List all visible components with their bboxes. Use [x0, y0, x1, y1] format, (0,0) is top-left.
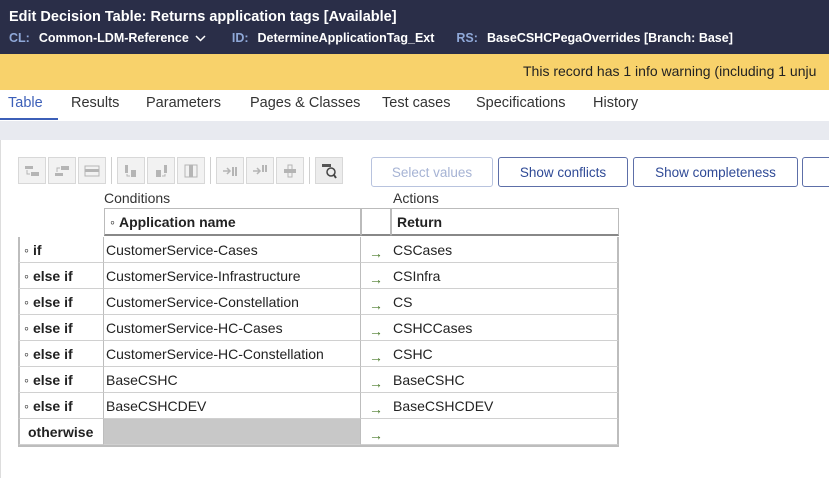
row-marker: ◦: [24, 397, 29, 414]
tab-specifications[interactable]: Specifications: [476, 95, 565, 111]
action-column-header[interactable]: Return: [391, 208, 619, 236]
id-value: DetermineApplicationTag_Ext: [257, 31, 435, 45]
show-conflicts-button[interactable]: Show conflicts: [498, 157, 628, 187]
actions-label: Actions: [393, 190, 439, 206]
condition-cell[interactable]: CustomerService-HC-Constellation: [104, 341, 361, 367]
row-marker: ◦: [24, 319, 29, 336]
insert-column-after-icon[interactable]: [117, 157, 145, 184]
select-values-button[interactable]: Select values: [371, 157, 493, 187]
insert-row-after-icon[interactable]: [18, 157, 46, 184]
condition-cell[interactable]: CustomerService-HC-Cases: [104, 315, 361, 341]
condition-column-header[interactable]: ◦ Application name: [104, 208, 361, 236]
action-cell[interactable]: [391, 419, 619, 445]
condition-cell[interactable]: BaseCSHCDEV: [104, 393, 361, 419]
delete-column-icon[interactable]: [177, 157, 205, 184]
action-cell[interactable]: CSCases: [391, 237, 619, 263]
status-badge: [Available]: [323, 9, 397, 25]
row-label-text: else if: [32, 397, 73, 414]
warning-text[interactable]: This record has 1 info warning (includin…: [523, 63, 816, 79]
content-divider: [0, 121, 829, 140]
row-label-text: else if: [32, 293, 73, 310]
show-completeness-button[interactable]: Show completeness: [633, 157, 798, 187]
condition-cell[interactable]: CustomerService-Cases: [104, 237, 361, 263]
tab-pages-classes[interactable]: Pages & Classes: [250, 95, 360, 111]
row-marker: ◦: [24, 345, 29, 362]
insert-row-before-icon[interactable]: [48, 157, 76, 184]
table-toolbar: [18, 157, 345, 185]
arrow-icon: →: [361, 315, 391, 341]
arrow-icon: →: [361, 393, 391, 419]
cl-label: CL:: [9, 31, 30, 45]
insert-column-before-icon[interactable]: [147, 157, 175, 184]
row-marker: ◦: [24, 371, 29, 388]
row-label-text: else if: [32, 319, 73, 336]
arrow-icon: →: [361, 367, 391, 393]
action-cell[interactable]: CSInfra: [391, 263, 619, 289]
action-header-label: Return: [397, 213, 443, 230]
tab-table[interactable]: Table: [8, 95, 43, 111]
id-label: ID:: [231, 31, 249, 45]
row-label[interactable]: ◦ else if: [18, 263, 104, 289]
row-label[interactable]: ◦ else if: [18, 341, 104, 367]
header-marker: ◦: [110, 213, 115, 230]
active-tab-indicator: [0, 118, 58, 120]
search-properties-icon[interactable]: [315, 157, 343, 184]
insert-action-after-icon[interactable]: [216, 157, 244, 184]
delete-action-icon[interactable]: [276, 157, 304, 184]
row-label-text: else if: [32, 371, 73, 388]
action-cell[interactable]: CSHC: [391, 341, 619, 367]
arrow-icon: →: [361, 419, 391, 445]
row-label[interactable]: ◦ else if: [18, 393, 104, 419]
arrow-icon: →: [361, 237, 391, 263]
arrow-icon: →: [361, 341, 391, 367]
row-label[interactable]: ◦ if: [18, 237, 104, 263]
record-meta: CL: Common-LDM-Reference ID: DetermineAp…: [9, 31, 733, 45]
more-button[interactable]: [802, 157, 829, 187]
row-marker: ◦: [24, 241, 29, 258]
action-cell[interactable]: CSHCCases: [391, 315, 619, 341]
condition-cell: [104, 419, 361, 445]
condition-header-label: Application name: [118, 213, 236, 230]
row-label-text: else if: [32, 267, 73, 284]
action-cell[interactable]: CS: [391, 289, 619, 315]
rs-value-link[interactable]: BaseCSHCPegaOverrides [Branch: Base]: [487, 31, 733, 45]
condition-cell[interactable]: CustomerService-Infrastructure: [104, 263, 361, 289]
tab-history[interactable]: History: [593, 95, 638, 111]
row-label-text: if: [32, 241, 42, 258]
delete-row-icon[interactable]: [78, 157, 106, 184]
conditions-label: Conditions: [104, 190, 171, 206]
title-text: Decision Table: Returns application tags: [40, 9, 320, 25]
row-label[interactable]: ◦ else if: [18, 289, 104, 315]
row-marker: ◦: [24, 293, 29, 310]
chevron-down-icon[interactable]: [195, 31, 206, 45]
arrow-column-header: [361, 208, 391, 236]
tab-test-cases[interactable]: Test cases: [382, 95, 451, 111]
row-label[interactable]: otherwise: [18, 419, 104, 445]
arrow-icon: →: [361, 263, 391, 289]
table-bottom-border: [18, 445, 619, 447]
row-label-text: else if: [32, 345, 73, 362]
title-prefix: Edit: [9, 9, 37, 25]
row-label-text: otherwise: [28, 423, 94, 440]
action-cell[interactable]: BaseCSHCDEV: [391, 393, 619, 419]
insert-action-before-icon[interactable]: [246, 157, 274, 184]
warning-banner: This record has 1 info warning (includin…: [0, 54, 829, 90]
condition-cell[interactable]: BaseCSHC: [104, 367, 361, 393]
condition-cell[interactable]: CustomerService-Constellation: [104, 289, 361, 315]
tab-results[interactable]: Results: [71, 95, 119, 111]
arrow-icon: →: [361, 289, 391, 315]
row-label[interactable]: ◦ else if: [18, 367, 104, 393]
record-header: Edit Decision Table: Returns application…: [0, 0, 829, 54]
record-title: Edit Decision Table: Returns application…: [9, 9, 397, 25]
row-marker: ◦: [24, 267, 29, 284]
tab-parameters[interactable]: Parameters: [146, 95, 221, 111]
action-cell[interactable]: BaseCSHC: [391, 367, 619, 393]
cl-value-link[interactable]: Common-LDM-Reference: [39, 31, 189, 45]
row-label[interactable]: ◦ else if: [18, 315, 104, 341]
rs-label: RS:: [456, 31, 478, 45]
